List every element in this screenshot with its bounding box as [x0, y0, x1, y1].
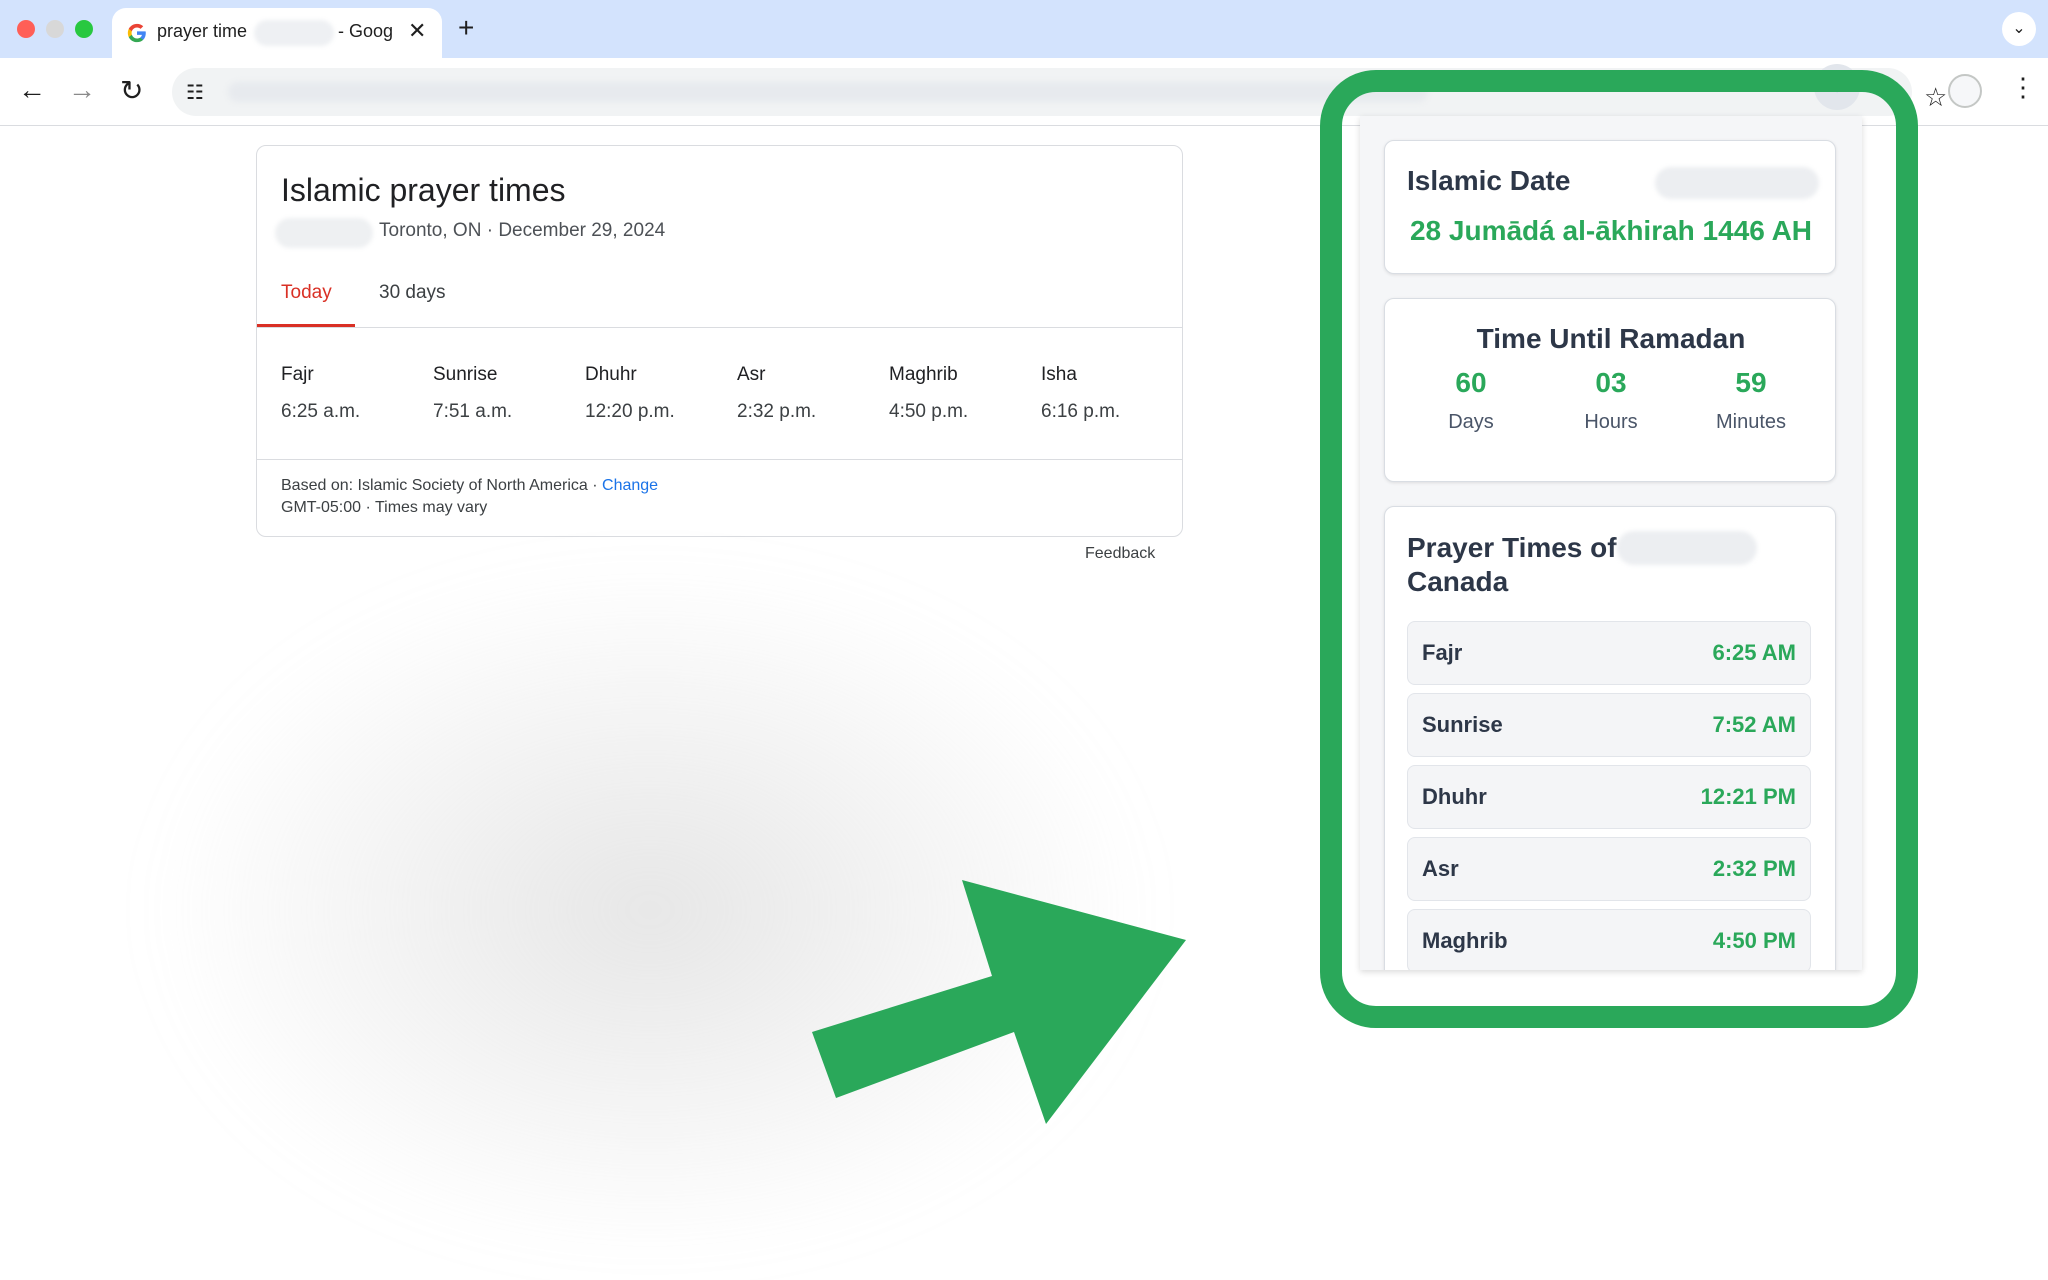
card-title: Islamic prayer times	[281, 172, 566, 208]
reload-icon[interactable]: ↻	[120, 74, 143, 107]
prayer-times-card: Islamic prayer times Toronto, ON · Decem…	[256, 145, 1183, 537]
tab-title-suffix: - Goog	[338, 21, 394, 41]
calculation-method: Based on: Islamic Society of North Ameri…	[281, 477, 658, 495]
window-minimize-button[interactable]	[46, 20, 64, 38]
close-icon[interactable]: ✕	[408, 18, 426, 44]
browser-tab[interactable]: prayer time - Goog ✕	[112, 8, 442, 58]
back-arrow-icon[interactable]: ←	[18, 74, 46, 106]
prayer-time: 6:16 p.m.	[1041, 401, 1121, 422]
feedback-link[interactable]: Feedback	[1085, 545, 1155, 563]
prayer-column: Dhuhr 12:20 p.m.	[585, 364, 725, 423]
tab-30-days[interactable]: 30 days	[379, 282, 446, 304]
prayer-name: Maghrib	[889, 364, 958, 385]
bookmark-star-icon[interactable]: ☆	[1924, 82, 1947, 113]
prayer-column: Asr 2:32 p.m.	[737, 364, 877, 423]
redacted-text	[254, 20, 334, 46]
chevron-down-icon[interactable]: ⌄	[2002, 12, 2036, 46]
profile-avatar[interactable]	[1948, 74, 1982, 108]
prayer-column: Sunrise 7:51 a.m.	[433, 364, 573, 423]
divider	[257, 459, 1182, 460]
prayer-name: Dhuhr	[585, 364, 637, 385]
prayer-name: Asr	[737, 364, 766, 385]
prayer-time: 2:32 p.m.	[737, 401, 817, 422]
based-on-text: Based on: Islamic Society of North Ameri…	[281, 477, 603, 494]
prayer-time: 12:20 p.m.	[585, 401, 675, 422]
prayer-time: 4:50 p.m.	[889, 401, 969, 422]
timezone-note: GMT-05:00 · Times may vary	[281, 499, 488, 516]
prayer-name: Isha	[1041, 364, 1077, 385]
redacted-text	[275, 218, 373, 248]
highlight-frame	[1320, 70, 1918, 1028]
forward-arrow-icon[interactable]: →	[68, 74, 96, 106]
prayer-time: 7:51 a.m.	[433, 401, 513, 422]
pointer-arrow-icon	[812, 880, 1186, 1124]
prayer-column: Maghrib 4:50 p.m.	[889, 364, 1029, 423]
tab-bar: prayer time - Goog ✕ + ⌄	[0, 0, 2048, 58]
prayer-name: Fajr	[281, 364, 314, 385]
redacted-url	[228, 82, 1428, 102]
prayer-column: Fajr 6:25 a.m.	[281, 364, 421, 423]
location-date: Toronto, ON · December 29, 2024	[379, 220, 666, 241]
prayer-column: Isha 6:16 p.m.	[1041, 364, 1181, 423]
window-zoom-button[interactable]	[75, 20, 93, 38]
tab-today[interactable]: Today	[281, 282, 332, 304]
divider	[257, 327, 1182, 328]
window-close-button[interactable]	[17, 20, 35, 38]
tab-title: prayer time	[157, 21, 248, 41]
more-menu-icon[interactable]: ⋮	[2010, 72, 2036, 103]
prayer-name: Sunrise	[433, 364, 498, 385]
google-logo-icon	[127, 23, 146, 43]
plus-icon[interactable]: +	[458, 12, 474, 44]
prayer-time: 6:25 a.m.	[281, 401, 361, 422]
site-settings-icon[interactable]: ☷	[186, 80, 204, 105]
change-link[interactable]: Change	[602, 477, 658, 494]
